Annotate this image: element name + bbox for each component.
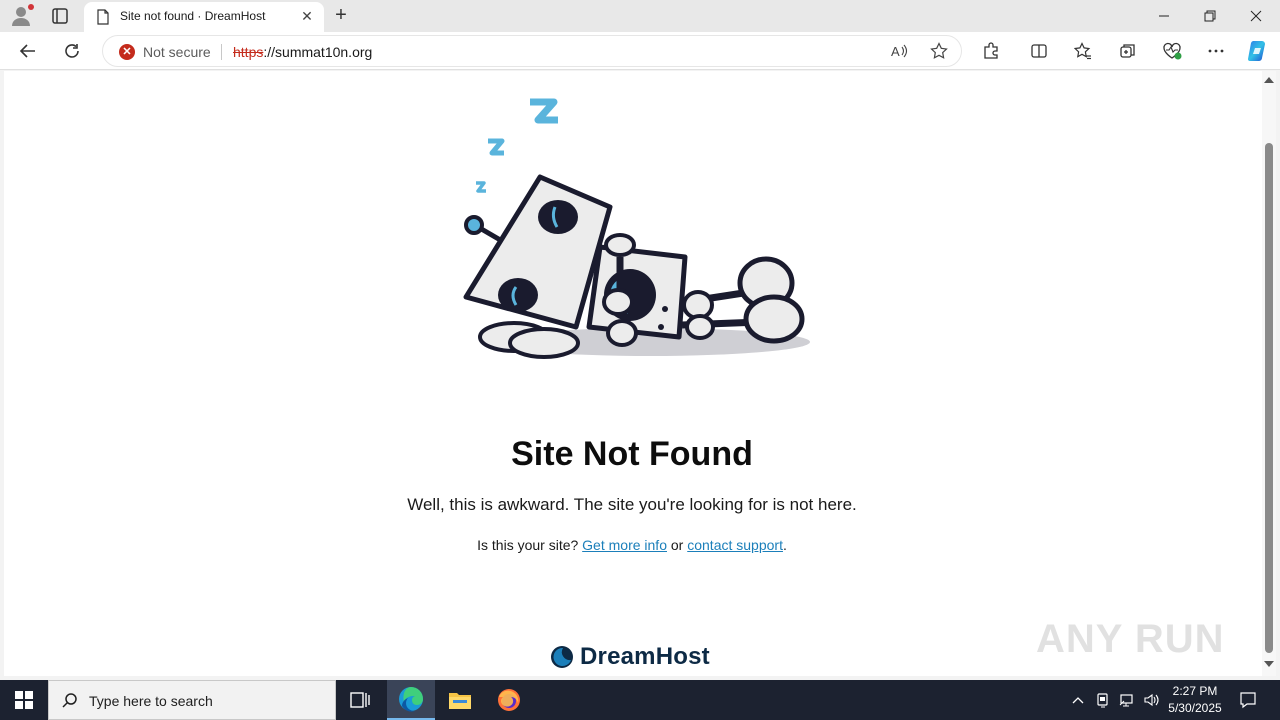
back-arrow-icon[interactable]	[14, 37, 42, 65]
taskbar: Type here to search 2:27 PM 5/30/2025	[0, 680, 1280, 720]
scroll-up-icon[interactable]	[1264, 77, 1274, 83]
meet-now-icon[interactable]	[1092, 680, 1114, 720]
close-tab-icon[interactable]: ✕	[300, 9, 314, 23]
tab-actions-icon[interactable]	[50, 6, 70, 26]
tab-title: Site not found · DreamHost	[120, 9, 266, 23]
svg-text:A: A	[891, 44, 900, 59]
robot-eye-lower	[498, 278, 538, 312]
copilot-icon[interactable]	[1244, 37, 1272, 65]
page-title: Site Not Found	[511, 435, 753, 473]
clock-date: 5/30/2025	[1168, 701, 1222, 715]
heart-pulse-icon[interactable]	[1158, 37, 1186, 65]
volume-icon[interactable]	[1140, 680, 1162, 720]
body-bolt	[662, 306, 668, 312]
search-icon	[61, 692, 79, 710]
url-scheme: https	[233, 44, 264, 60]
scroll-thumb[interactable]	[1265, 143, 1273, 653]
knee	[682, 290, 714, 320]
restore-icon[interactable]	[1187, 0, 1233, 32]
page-scrollbar[interactable]	[1262, 71, 1276, 676]
network-icon[interactable]	[1116, 680, 1138, 720]
search-placeholder: Type here to search	[89, 693, 213, 709]
edge-browser-icon[interactable]	[387, 680, 435, 720]
z-small	[476, 181, 486, 193]
favorites-icon[interactable]	[1069, 37, 1097, 65]
page-viewport: Site Not Found Well, this is awkward. Th…	[4, 71, 1262, 676]
windows-start-icon[interactable]	[0, 680, 48, 720]
security-label[interactable]: Not secure	[143, 44, 211, 60]
get-more-info-link[interactable]: Get more info	[582, 537, 667, 553]
brand-name: DreamHost	[580, 643, 710, 670]
body-bolt	[658, 324, 664, 330]
help-suffix: .	[782, 537, 787, 553]
divider	[221, 44, 222, 60]
page-icon	[96, 9, 110, 25]
chevron-up-icon[interactable]	[1068, 680, 1088, 720]
contact-support-link[interactable]: contact support	[687, 537, 783, 553]
clock-time: 2:27 PM	[1172, 684, 1218, 698]
tab-strip: Site not found · DreamHost ✕ +	[0, 0, 1280, 32]
file-explorer-icon[interactable]	[436, 680, 484, 720]
plus-icon[interactable]: +	[330, 5, 352, 27]
close-window-icon[interactable]	[1233, 0, 1279, 32]
profile-icon[interactable]	[10, 4, 34, 28]
read-aloud-icon[interactable]: A	[885, 37, 913, 65]
dreamhost-logo[interactable]: DreamHost	[550, 643, 710, 671]
scroll-down-icon[interactable]	[1264, 661, 1274, 667]
not-secure-icon[interactable]: ✕	[119, 44, 135, 60]
help-line: Is this your site? Get more info or cont…	[4, 537, 1260, 553]
notifications-icon[interactable]	[1236, 680, 1260, 720]
firefox-icon[interactable]	[485, 680, 533, 720]
anyrun-watermark: ANY RUN	[1036, 606, 1225, 672]
taskbar-search-box[interactable]: Type here to search	[48, 680, 336, 720]
foot	[508, 327, 580, 359]
ellipsis-icon[interactable]	[1202, 37, 1230, 65]
puzzle-icon[interactable]	[977, 37, 1005, 65]
boot	[743, 294, 805, 344]
browser-toolbar: ✕ Not secure https://summat10n.org A	[0, 32, 1280, 70]
lead-text: Well, this is awkward. The site you're l…	[407, 495, 857, 514]
star-icon[interactable]	[925, 37, 953, 65]
z-large	[530, 98, 558, 124]
url-host: ://summat10n.org	[263, 44, 373, 60]
help-prefix: Is this your site?	[477, 537, 579, 553]
url-text[interactable]: https://summat10n.org	[233, 44, 372, 60]
robot-eye-upper	[538, 200, 578, 234]
neck-joint	[604, 233, 636, 257]
refresh-icon[interactable]	[58, 37, 86, 65]
sleeping-robot-illustration	[463, 98, 810, 359]
dreamhost-moon-icon	[551, 646, 573, 668]
address-bar[interactable]: ✕ Not secure https://summat10n.org A	[102, 35, 962, 67]
knee	[685, 314, 715, 340]
z-medium	[488, 138, 505, 156]
tab-active[interactable]: Site not found · DreamHost ✕	[84, 2, 324, 32]
hand	[606, 319, 638, 347]
robot-head	[463, 174, 613, 330]
minimize-icon[interactable]	[1141, 0, 1187, 32]
system-clock[interactable]: 2:27 PM 5/30/2025	[1164, 683, 1226, 717]
watermark-text: ANY RUN	[1036, 616, 1225, 661]
notification-dot	[28, 4, 34, 10]
hand	[602, 288, 634, 316]
split-screen-icon[interactable]	[1025, 37, 1053, 65]
antenna-tip	[464, 215, 484, 235]
collections-icon[interactable]	[1114, 37, 1142, 65]
task-view-icon[interactable]	[336, 680, 384, 720]
help-or: or	[670, 537, 684, 553]
